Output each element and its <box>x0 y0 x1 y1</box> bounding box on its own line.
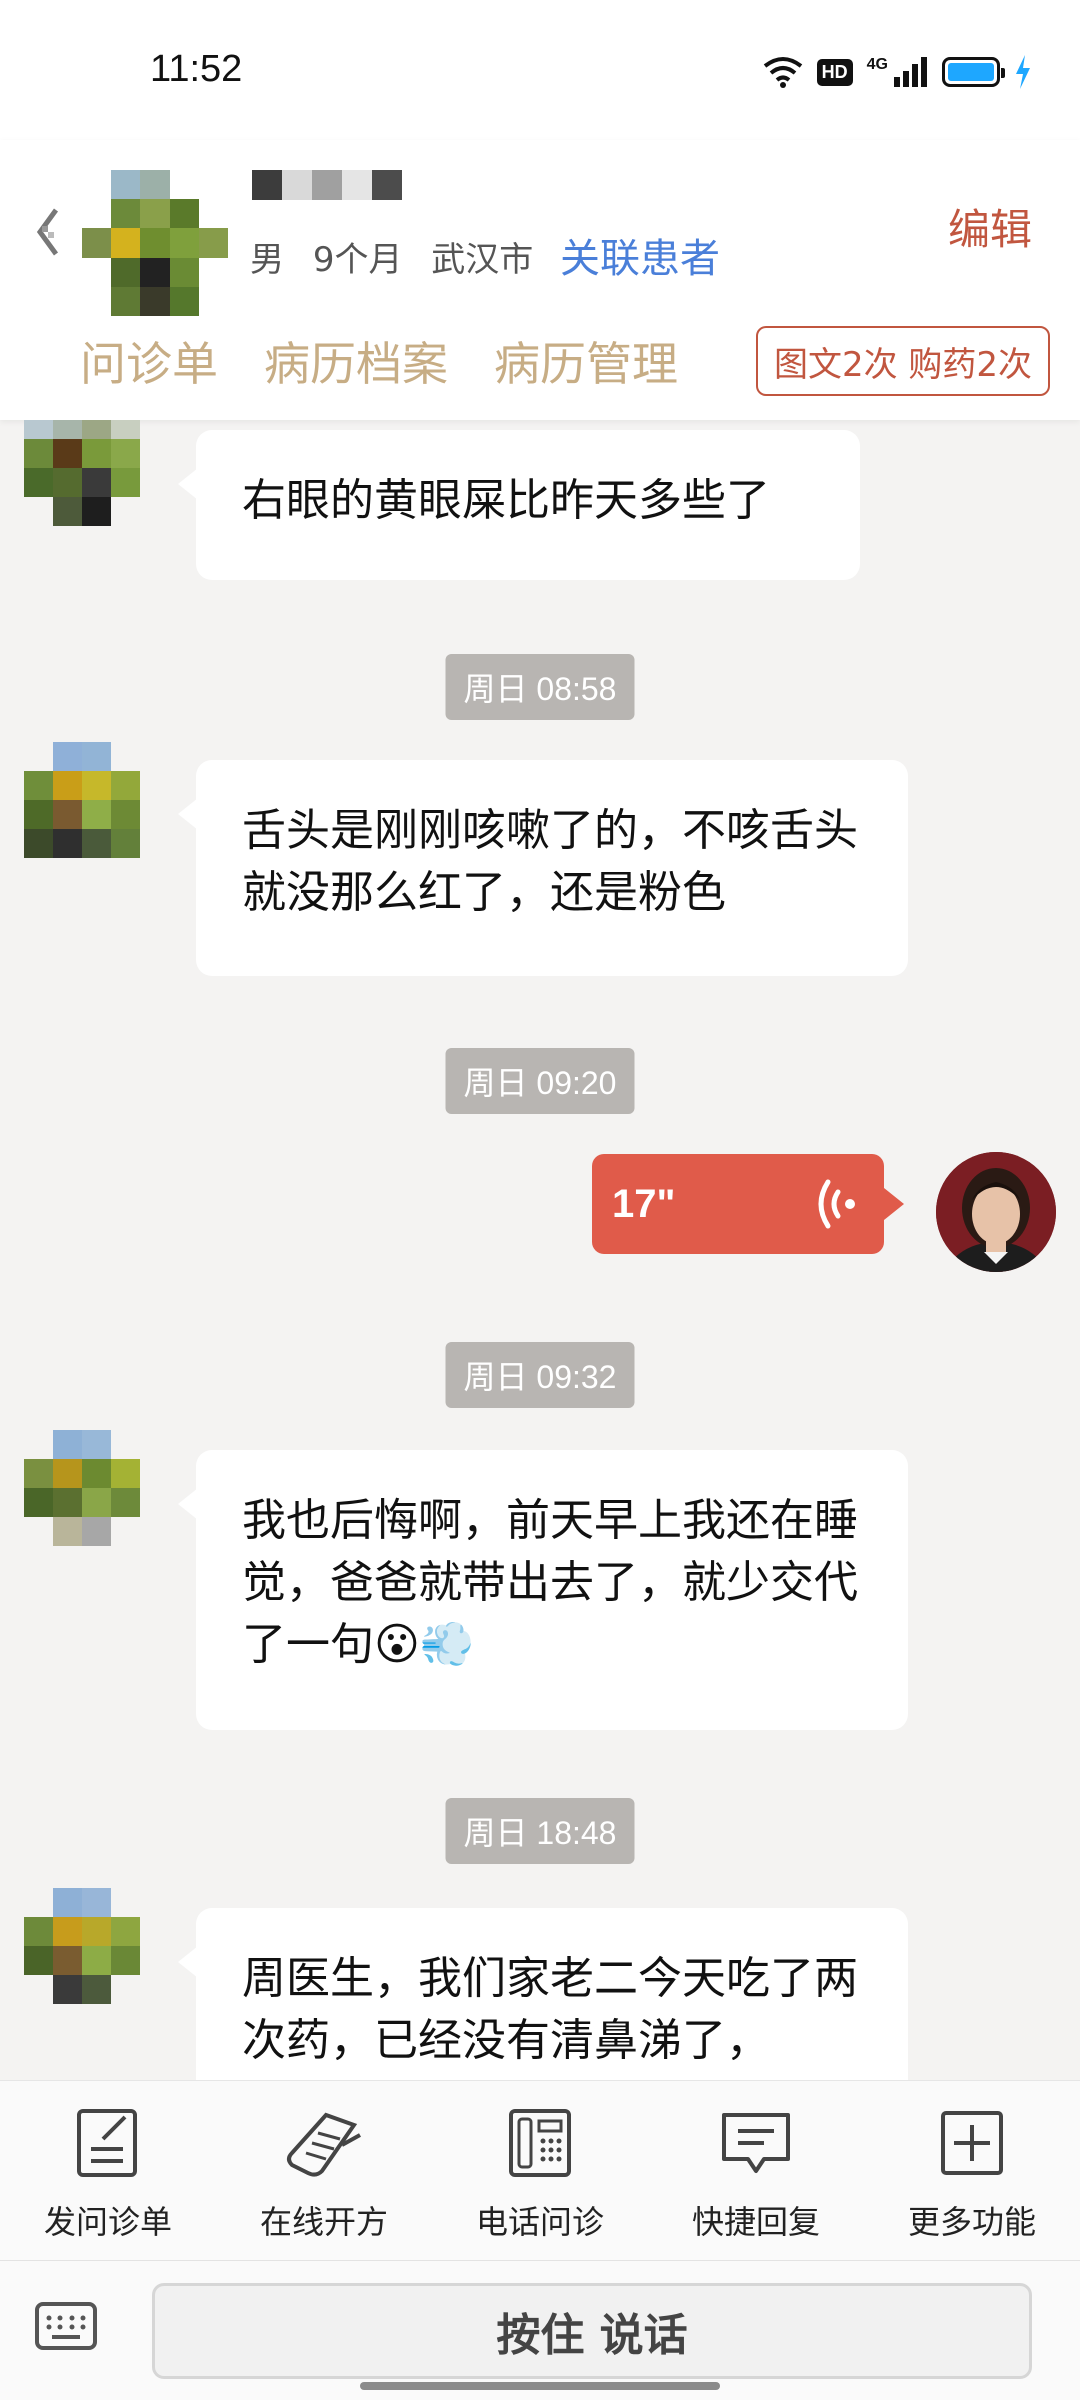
battery-icon <box>942 57 1005 87</box>
tool-label: 更多功能 <box>907 2203 1036 2241</box>
service-count-badge[interactable]: 图文2次 购药2次 <box>756 326 1050 396</box>
status-time: 11:52 <box>150 48 243 90</box>
tool-label: 快捷回复 <box>691 2203 820 2241</box>
sender-avatar[interactable] <box>24 420 140 526</box>
message-bubble[interactable]: 舌头是刚刚咳嗽了的，不咳舌头就没那么红了，还是粉色 <box>178 760 908 976</box>
hd-badge: HD <box>816 58 853 86</box>
voice-duration: 17" <box>612 1182 676 1226</box>
sender-avatar[interactable] <box>24 1888 140 2004</box>
sender-avatar[interactable] <box>24 1430 140 1546</box>
quick-reply-button[interactable]: 快捷回复 <box>648 2081 864 2260</box>
phone-icon <box>509 2109 571 2177</box>
phone-consult-button[interactable]: 电话问诊 <box>432 2081 648 2260</box>
patient-name-masked <box>252 170 402 200</box>
keyboard-icon[interactable] <box>34 2301 98 2351</box>
message-text: 我也后悔啊，前天早上我还在睡觉，爸爸就带出去了，就少交代了一句😮💨 <box>242 1495 858 1670</box>
tool-label: 电话问诊 <box>475 2203 604 2241</box>
tool-label: 在线开方 <box>259 2203 388 2241</box>
hold-to-talk-button[interactable]: 按住 说话 <box>152 2283 1032 2379</box>
edit-button[interactable]: 编辑 <box>948 196 1032 257</box>
patient-gender: 男 <box>250 240 284 280</box>
charging-icon <box>1016 55 1030 89</box>
prescription-icon <box>287 2112 361 2177</box>
signal-icon <box>894 57 927 87</box>
patient-header: 男 9个月 武汉市 关联患者 编辑 问诊单 病历档案 病历管理 图文2次 购药2… <box>0 140 1080 420</box>
tab-consultation-form[interactable]: 问诊单 <box>80 328 218 394</box>
message-bubble[interactable]: 我也后悔啊，前天早上我还在睡觉，爸爸就带出去了，就少交代了一句😮💨 <box>178 1450 908 1730</box>
status-icons: HD 4G <box>763 52 1032 92</box>
sender-avatar[interactable] <box>24 742 140 858</box>
voice-message-bubble[interactable]: 17" <box>592 1154 904 1254</box>
time-stamp: 周日 09:20 <box>445 1048 635 1114</box>
send-form-button[interactable]: 发问诊单 <box>0 2081 216 2260</box>
wifi-icon <box>763 57 802 88</box>
more-functions-button[interactable]: 更多功能 <box>864 2081 1080 2260</box>
tab-record-management[interactable]: 病历管理 <box>494 328 678 394</box>
network-label: 4G <box>866 56 888 73</box>
patient-age: 9个月 <box>312 240 403 280</box>
patient-avatar[interactable] <box>82 170 228 316</box>
time-stamp: 周日 18:48 <box>445 1798 635 1864</box>
message-bubble[interactable]: 周医生，我们家老二今天吃了两次药，已经没有清鼻涕了， <box>178 1908 908 2080</box>
message-text: 右眼的黄眼屎比昨天多些了 <box>242 475 770 526</box>
tab-medical-records[interactable]: 病历档案 <box>264 328 448 394</box>
status-bar: 11:52 HD 4G <box>0 0 1080 140</box>
patient-meta: 男 9个月 武汉市 <box>250 232 551 281</box>
home-indicator[interactable] <box>360 2382 720 2390</box>
function-toolbar: 发问诊单 在线开方 电话问诊 快捷回复 更多功能 <box>0 2080 1080 2260</box>
back-arrow-icon[interactable] <box>30 198 70 268</box>
message-text: 舌头是刚刚咳嗽了的，不咳舌头就没那么红了，还是粉色 <box>242 805 858 918</box>
time-stamp: 周日 09:32 <box>445 1342 635 1408</box>
chat-reply-icon <box>722 2113 790 2173</box>
chat-area[interactable]: 右眼的黄眼屎比昨天多些了 周日 08:58 舌头是刚刚咳嗽了的，不咳舌头就没那么… <box>0 420 1080 2080</box>
form-edit-icon <box>77 2109 137 2177</box>
online-prescription-button[interactable]: 在线开方 <box>216 2081 432 2260</box>
input-bar: 按住 说话 <box>0 2260 1080 2400</box>
link-patient-button[interactable]: 关联患者 <box>560 226 720 284</box>
time-stamp: 周日 08:58 <box>445 654 635 720</box>
doctor-avatar[interactable] <box>936 1152 1056 1272</box>
message-text: 周医生，我们家老二今天吃了两次药，已经没有清鼻涕了， <box>242 1953 858 2066</box>
plus-box-icon <box>941 2111 1003 2175</box>
tool-label: 发问诊单 <box>43 2203 172 2241</box>
voice-wave-icon <box>818 1179 855 1229</box>
message-bubble[interactable]: 右眼的黄眼屎比昨天多些了 <box>178 430 860 580</box>
patient-city: 武汉市 <box>431 240 534 280</box>
doctor-photo <box>936 1152 1056 1272</box>
header-tabs: 问诊单 病历档案 病历管理 <box>80 328 678 394</box>
